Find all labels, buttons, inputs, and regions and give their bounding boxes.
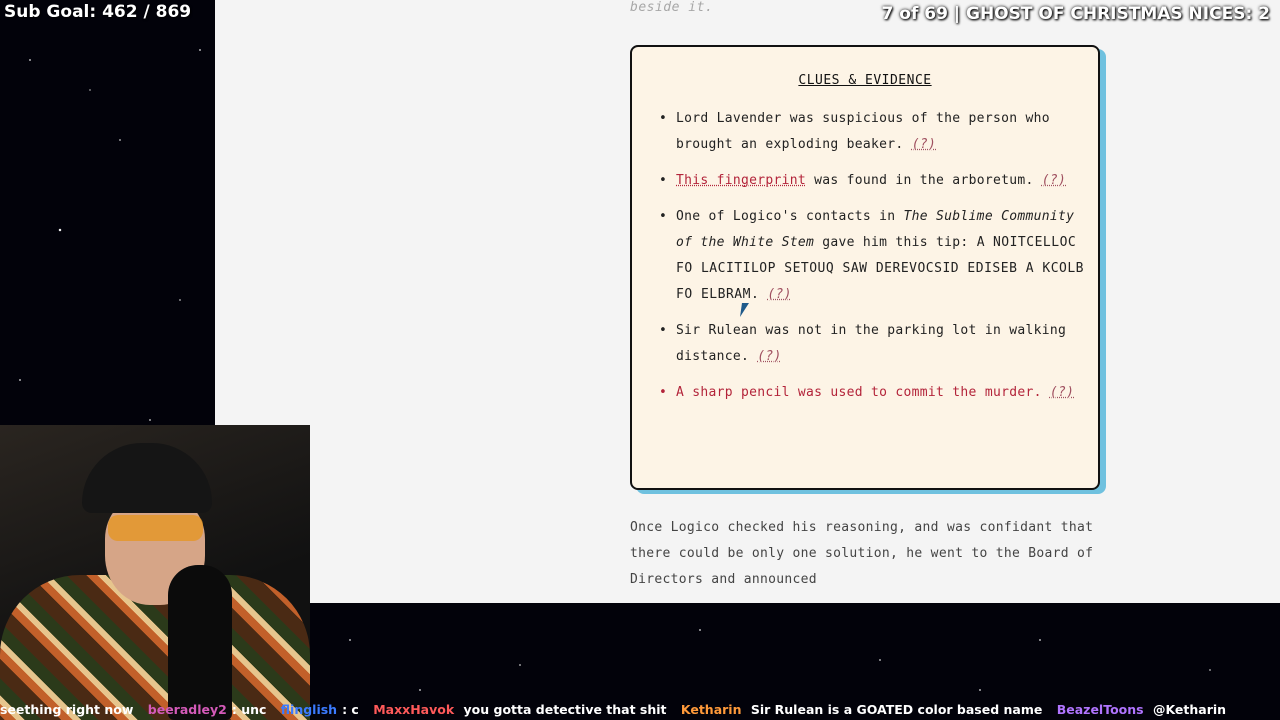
chat-ticker: seething right now beeradley2: unc fling… bbox=[0, 700, 1280, 720]
hint-link[interactable]: (?) bbox=[1050, 385, 1074, 400]
chat-username: MaxxHavok bbox=[373, 702, 455, 717]
hint-link[interactable]: (?) bbox=[912, 137, 936, 152]
clue-text: gave him this tip: A bbox=[814, 235, 993, 250]
clues-list: Lord Lavender was suspicious of the pers… bbox=[632, 106, 1098, 406]
clue-item: One of Logico's contacts in The Sublime … bbox=[659, 204, 1084, 308]
hint-link[interactable]: (?) bbox=[767, 287, 791, 302]
chat-message: flinglish: c bbox=[280, 702, 359, 717]
clue-text: was found in the arboretum. bbox=[806, 173, 1034, 188]
paragraph-fragment: beside it. bbox=[630, 0, 714, 15]
clue-text: Sir Rulean was not in the parking lot in… bbox=[676, 323, 1067, 364]
browser-page: beside it. CLUES & EVIDENCE Lord Lavende… bbox=[215, 0, 1280, 603]
chat-username: beeradley2 bbox=[147, 702, 227, 717]
clue-item: Sir Rulean was not in the parking lot in… bbox=[659, 318, 1084, 370]
clue-text: Lord Lavender was suspicious of the pers… bbox=[676, 111, 1050, 152]
chat-message: beeradley2: unc bbox=[147, 702, 267, 717]
webcam-hat bbox=[82, 443, 212, 513]
chat-username: Ketharin bbox=[680, 702, 742, 717]
streamer-webcam bbox=[0, 425, 310, 720]
clue-item-highlighted: A sharp pencil was used to commit the mu… bbox=[659, 380, 1084, 406]
clue-item: Lord Lavender was suspicious of the pers… bbox=[659, 106, 1084, 158]
story-paragraph: Once Logico checked his reasoning, and w… bbox=[630, 520, 1094, 587]
clues-title: CLUES & EVIDENCE bbox=[798, 73, 932, 88]
microphone-icon bbox=[168, 565, 232, 720]
hint-link[interactable]: (?) bbox=[1042, 173, 1066, 188]
chat-username: flinglish bbox=[280, 702, 338, 717]
chat-message: BeazelToons @Ketharin bbox=[1056, 702, 1227, 717]
clue-text: One of Logico's contacts in bbox=[676, 209, 904, 224]
clues-evidence-box: CLUES & EVIDENCE Lord Lavender was suspi… bbox=[630, 45, 1100, 490]
clue-text: A sharp pencil was used to commit the mu… bbox=[676, 385, 1042, 400]
chat-message: Ketharin Sir Rulean is a GOATED color ba… bbox=[680, 702, 1043, 717]
sub-goal-counter: Sub Goal: 462 / 869 bbox=[4, 2, 192, 22]
hint-link[interactable]: (?) bbox=[757, 349, 781, 364]
webcam-glasses bbox=[108, 515, 203, 541]
episode-title: 7 of 69 | GHOST OF CHRISTMAS NICES: 2 bbox=[881, 4, 1270, 24]
chat-message: seething right now bbox=[0, 702, 134, 717]
clue-item: This fingerprint was found in the arbore… bbox=[659, 168, 1084, 194]
chat-message: MaxxHavok you gotta detective that shit bbox=[373, 702, 667, 717]
chat-username: BeazelToons bbox=[1056, 702, 1144, 717]
fingerprint-link[interactable]: This fingerprint bbox=[676, 173, 806, 188]
